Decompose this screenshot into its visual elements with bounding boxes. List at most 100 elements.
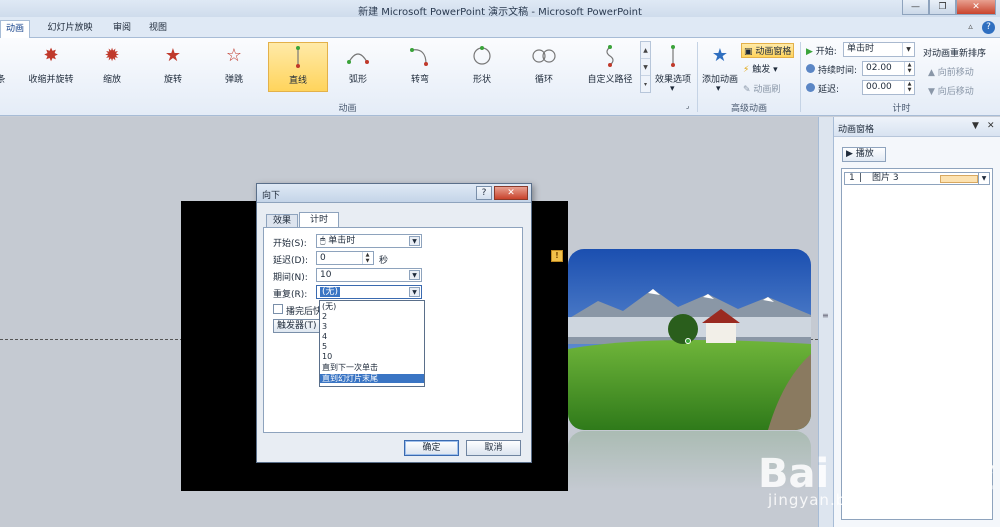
ok-button[interactable]: 确定 (404, 440, 459, 456)
rewind-checkbox[interactable] (273, 304, 283, 314)
delay-spinner-icon[interactable]: ▲ ▼ (362, 252, 372, 264)
turn-path-icon (396, 44, 444, 68)
pane-title: 动画窗格 (838, 125, 875, 135)
chevron-down-icon[interactable]: ▼ (978, 173, 989, 184)
start-combo[interactable]: 单击时 ▼ (843, 42, 915, 57)
reorder-label: 对动画重新排序 (923, 49, 987, 59)
group-label-animation: 动画 (338, 104, 357, 114)
effect-options-icon (653, 44, 693, 68)
effect-options-dropdown-icon[interactable]: ▾ (670, 84, 675, 94)
repeat-field-label: 重复(R): (273, 290, 308, 300)
tab-timing[interactable]: 计时 (299, 212, 339, 228)
anim-shape-path[interactable]: 形状 (458, 42, 506, 92)
tab-view[interactable]: 视图 (144, 20, 172, 38)
dialog-launcher-icon[interactable]: ⌟ (686, 102, 689, 110)
pane-menu-icon[interactable]: ▼ (972, 121, 979, 131)
chevron-down-icon[interactable]: ▼ (409, 270, 420, 280)
loop-path-icon (520, 44, 568, 68)
animation-pane-button[interactable]: ▣ 动画窗格 (741, 43, 795, 58)
arrow-down-icon: ▼ (928, 87, 935, 97)
animation-order-marker[interactable]: ! (551, 250, 563, 262)
anim-zoom[interactable]: ✹ 缩放 (88, 42, 136, 92)
repeat-option[interactable]: 3 (320, 322, 424, 331)
repeat-option[interactable]: 10 (320, 352, 424, 361)
anim-line-path[interactable]: 直线 (268, 42, 328, 92)
anim-spin[interactable]: ★ 旋转 (149, 42, 197, 92)
anim-loop-path[interactable]: 循环 (520, 42, 568, 92)
ribbon: 条 ✸ 收缩并旋转 ✹ 缩放 ★ 旋转 ☆ 弹跳 直线 弧形 转弯 形状 循环 … (0, 38, 1000, 116)
repeat-option[interactable]: 4 (320, 332, 424, 341)
pane-close-icon[interactable]: ✕ (987, 121, 995, 131)
clock-icon (806, 64, 815, 73)
trigger-button[interactable]: ⚡ 触发 ▾ (743, 62, 778, 75)
duration-select[interactable]: 10 ▼ (316, 268, 422, 282)
play-triangle-icon: ▶ (806, 47, 813, 57)
repeat-option[interactable]: 2 (320, 312, 424, 321)
dialog-help-button[interactable]: ? (476, 186, 492, 200)
dialog-title-bar: 向下 ? ✕ (257, 184, 531, 203)
ribbon-tabs: 动画 幻灯片放映 审阅 视图 ▵ ? (0, 17, 1000, 38)
scroll-down-icon[interactable]: ▼ (641, 59, 650, 76)
help-icon[interactable]: ? (982, 21, 995, 34)
arc-path-icon (334, 44, 382, 68)
anim-turn-path[interactable]: 转弯 (396, 42, 444, 92)
window-title: 新建 Microsoft PowerPoint 演示文稿 - Microsoft… (358, 7, 642, 18)
anim-custom-path[interactable]: 自定义路径 (580, 42, 640, 92)
delay-field[interactable]: 0 ▲ ▼ (316, 251, 374, 265)
duration-spinner-icon[interactable]: ▲ ▼ (904, 62, 914, 75)
tab-review[interactable]: 审阅 (108, 20, 136, 38)
duration-input[interactable]: 02.00 ▲ ▼ (862, 61, 915, 76)
dialog-title: 向下 (262, 191, 281, 201)
start-field-label: 开始(S): (273, 239, 307, 249)
repeat-option[interactable]: 直到下一次单击 (320, 363, 424, 372)
anim-spiral[interactable]: 条 (0, 42, 10, 92)
chevron-down-icon[interactable]: ▼ (902, 43, 914, 56)
tab-animations[interactable]: 动画 (0, 20, 30, 38)
timeline-bar (940, 175, 978, 183)
group-label-timing: 计时 (892, 104, 911, 114)
window-controls: — ❐ ✕ (902, 0, 996, 15)
repeat-option-selected[interactable]: 直到幻灯片末尾 (320, 374, 424, 383)
move-earlier-button[interactable]: ▲ 向前移动 (928, 65, 974, 78)
gallery-scroller[interactable]: ▲ ▼ ▾ (640, 41, 651, 93)
delay-label: 延迟: (818, 85, 840, 95)
item-separator: | (859, 173, 863, 183)
dialog-close-button[interactable]: ✕ (494, 186, 528, 200)
anim-bounce[interactable]: ☆ 弹跳 (210, 42, 258, 92)
restore-button[interactable]: ❐ (929, 0, 956, 15)
repeat-option[interactable]: 5 (320, 342, 424, 351)
landscape-image (568, 249, 811, 430)
minimize-button[interactable]: — (902, 0, 929, 15)
close-button[interactable]: ✕ (956, 0, 996, 15)
add-animation-dropdown-icon[interactable]: ▾ (716, 84, 721, 94)
cancel-button[interactable]: 取消 (466, 440, 521, 456)
slide-picture[interactable] (568, 249, 811, 430)
rewind-label: 播完后快 (286, 307, 323, 317)
anim-arc-path[interactable]: 弧形 (334, 42, 382, 92)
repeat-select[interactable]: (无) ▼ (316, 285, 422, 299)
gallery-more-icon[interactable]: ▾ (641, 76, 650, 93)
start-select[interactable]: 🖱 单击时 ▼ (316, 234, 422, 248)
list-item[interactable]: 1 | 图片 3 ▼ (844, 172, 990, 185)
splitter-grip-icon[interactable]: ≡ (822, 311, 830, 320)
duration-field-label: 期间(N): (273, 273, 308, 283)
tab-effect[interactable]: 效果 (266, 214, 298, 228)
group-separator (697, 42, 698, 112)
chevron-down-icon[interactable]: ▼ (409, 287, 420, 297)
move-later-button[interactable]: ▼ 向后移动 (928, 84, 974, 97)
delay-spinner-icon[interactable]: ▲ ▼ (904, 81, 914, 94)
play-button[interactable]: ▶ 播放 (842, 147, 886, 162)
mouse-icon: 🖱 (320, 236, 326, 246)
custom-path-icon (580, 44, 640, 68)
delay-clock-icon (806, 83, 815, 92)
animation-painter-button[interactable]: ✎ 动画刷 (743, 82, 780, 95)
scroll-up-icon[interactable]: ▲ (641, 42, 650, 59)
delay-input[interactable]: 00.00 ▲ ▼ (862, 80, 915, 95)
chevron-down-icon[interactable]: ▼ (409, 236, 420, 246)
watermark-url: jingyan.baidu.com (768, 491, 924, 509)
anim-shrink-turn[interactable]: ✸ 收缩并旋转 (22, 42, 80, 92)
ribbon-collapse-icon[interactable]: ▵ (964, 21, 977, 34)
start-label: ▶ 开始: (806, 47, 837, 57)
repeat-option[interactable]: (无) (320, 302, 424, 311)
tab-slideshow[interactable]: 幻灯片放映 (40, 20, 100, 38)
